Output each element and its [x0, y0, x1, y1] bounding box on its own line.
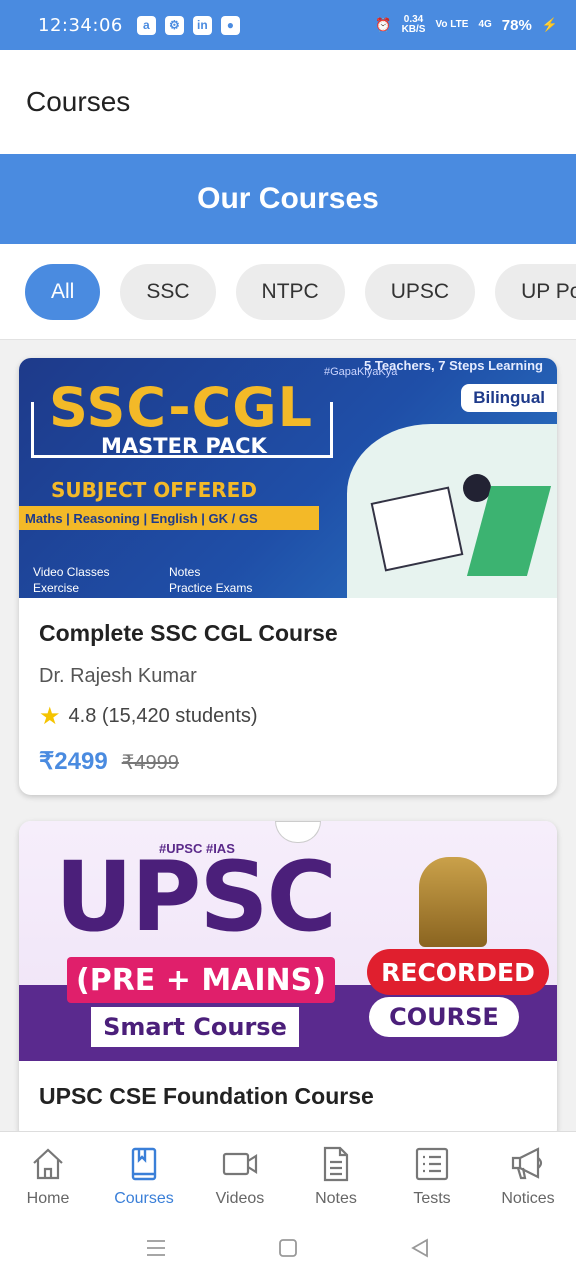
course-price: ₹2499 ₹4999 — [39, 747, 537, 776]
national-emblem-icon — [419, 857, 487, 947]
settings-notification-icon: ⚙ — [164, 15, 184, 35]
nav-notices[interactable]: Notices — [480, 1132, 576, 1215]
home-icon — [33, 1148, 63, 1180]
thumbnail-subhead: Smart Course — [91, 1007, 299, 1047]
thumbnail-features-right: Notes Practice Exams — [169, 565, 253, 595]
amazon-notification-icon: a — [136, 15, 156, 35]
thumbnail-features-left: Video Classes Exercise — [33, 565, 110, 595]
app-bar: Courses — [0, 50, 576, 154]
section-banner: Our Courses — [0, 154, 576, 244]
nav-label: Courses — [114, 1190, 174, 1207]
chip-ssc[interactable]: SSC — [120, 263, 216, 320]
signal-icon: 4G — [478, 19, 492, 30]
home-square-icon[interactable] — [277, 1237, 299, 1259]
course-card[interactable]: #UPSC #IAS UPSC (PRE + MAINS) Smart Cour… — [19, 821, 557, 1141]
bottom-navigation: Home Courses Videos Notes Tests Notices — [0, 1131, 576, 1215]
battery-level: 78% — [501, 16, 532, 34]
back-triangle-icon[interactable] — [409, 1237, 431, 1259]
course-title: Complete SSC CGL Course — [39, 620, 338, 646]
thumbnail-headline: UPSC — [55, 841, 337, 953]
course-info: UPSC CSE Foundation Course — [19, 1061, 557, 1132]
charging-icon: ⚡ — [541, 17, 558, 32]
thumbnail-headline: SSC-CGL — [49, 376, 314, 439]
linkedin-notification-icon: in — [192, 15, 212, 35]
nav-home[interactable]: Home — [0, 1132, 96, 1215]
course-instructor: Dr. Rajesh Kumar — [39, 665, 197, 687]
chip-upsc[interactable]: UPSC — [364, 263, 476, 320]
current-price: ₹2499 — [39, 748, 108, 775]
nav-tests[interactable]: Tests — [384, 1132, 480, 1215]
course-title: UPSC CSE Foundation Course — [39, 1083, 374, 1109]
menu-icon[interactable] — [145, 1237, 167, 1259]
checklist-icon — [415, 1147, 449, 1181]
status-time: 12:34:06 — [38, 14, 123, 36]
recorded-badge: RECORDED — [367, 949, 549, 995]
student-illustration — [347, 424, 557, 598]
category-filter-chips: All SSC NTPC UPSC UP Po — [0, 244, 576, 340]
chip-up-police[interactable]: UP Po — [495, 263, 576, 320]
system-navigation-bar — [0, 1215, 576, 1280]
status-right: ⏰ 0.34 KB/S Vo LTE 4G 78% ⚡ — [375, 15, 558, 35]
nav-label: Videos — [215, 1190, 265, 1207]
megaphone-icon — [511, 1147, 543, 1180]
nav-label: Home — [26, 1190, 70, 1207]
course-thumbnail: 5 Teachers, 7 Steps Learning #GapaKiyaKy… — [19, 358, 557, 598]
video-camera-icon — [222, 1152, 258, 1176]
course-rating: ★ 4.8 (15,420 students) — [39, 702, 537, 731]
notification-icons: a ⚙ in ● — [136, 15, 240, 35]
thumbnail-label: SUBJECT OFFERED — [51, 478, 257, 502]
net-speed: 0.34 KB/S — [401, 14, 426, 35]
course-card[interactable]: 5 Teachers, 7 Steps Learning #GapaKiyaKy… — [19, 358, 557, 795]
course-thumbnail: #UPSC #IAS UPSC (PRE + MAINS) Smart Cour… — [19, 821, 557, 1061]
document-icon — [323, 1146, 349, 1182]
status-bar: 12:34:06 a ⚙ in ● ⏰ 0.34 KB/S Vo LTE 4G 7… — [0, 0, 576, 50]
book-icon — [131, 1147, 157, 1181]
nav-notes[interactable]: Notes — [288, 1132, 384, 1215]
banner-title: Our Courses — [197, 182, 379, 215]
thumbnail-ribbon: (PRE + MAINS) — [67, 957, 335, 1003]
bilingual-badge: Bilingual — [461, 384, 557, 412]
chip-ntpc[interactable]: NTPC — [235, 263, 345, 320]
rating-text: 4.8 (15,420 students) — [68, 705, 258, 727]
chip-all[interactable]: All — [25, 263, 101, 320]
course-info: Complete SSC CGL Course Dr. Rajesh Kumar… — [19, 598, 557, 795]
thumbnail-subjects: Maths | Reasoning | English | GK / GS — [19, 506, 319, 530]
chat-notification-icon: ● — [220, 15, 240, 35]
nav-courses[interactable]: Courses — [96, 1132, 192, 1215]
volte-icon: Vo LTE — [435, 19, 469, 30]
nav-label: Notices — [501, 1190, 555, 1207]
thumbnail-hashtag: #GapaKiyaKya — [324, 366, 398, 378]
original-price: ₹4999 — [121, 752, 179, 774]
studyiq-logo-icon — [275, 821, 321, 843]
alarm-icon: ⏰ — [375, 17, 392, 32]
star-icon: ★ — [39, 703, 61, 730]
nav-videos[interactable]: Videos — [192, 1132, 288, 1215]
nav-label: Tests — [413, 1190, 451, 1207]
thumbnail-subhead: MASTER PACK — [101, 434, 267, 458]
nav-label: Notes — [315, 1190, 357, 1207]
course-badge: COURSE — [369, 997, 519, 1037]
page-title: Courses — [26, 86, 131, 117]
